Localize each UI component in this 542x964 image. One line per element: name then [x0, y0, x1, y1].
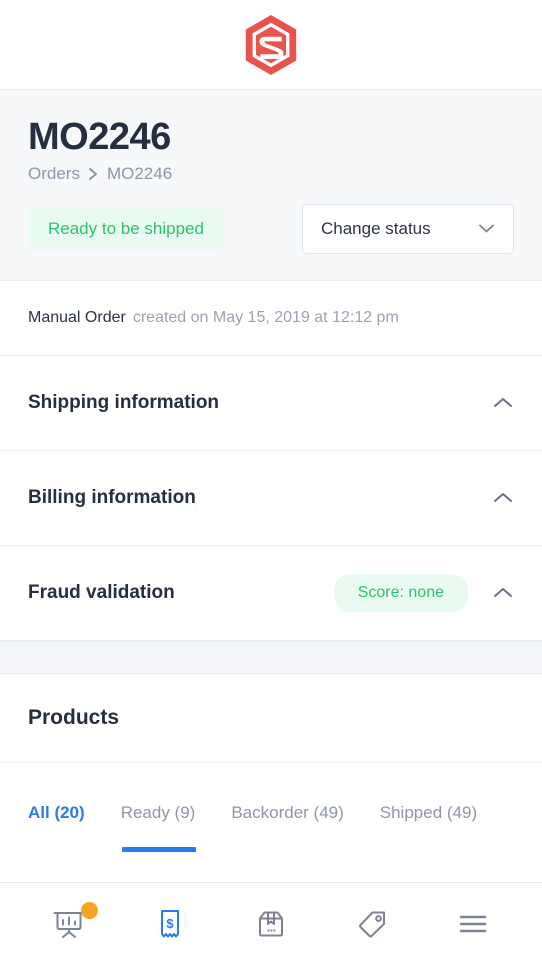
hexagon-s-logo [245, 14, 297, 75]
page-title: MO2246 [28, 116, 171, 158]
chevron-down-icon [478, 223, 495, 234]
tab-ready[interactable]: Ready (9) [121, 803, 196, 849]
section-controls [492, 491, 514, 504]
products-tabs: All (20) Ready (9) Backorder (49) Shippe… [0, 763, 542, 852]
status-badge: Ready to be shipped [28, 207, 224, 250]
order-type-label: Manual Order [28, 308, 126, 326]
app-topbar [0, 0, 542, 90]
order-created-label: created on May 15, 2019 at 12:12 pm [132, 308, 399, 326]
section-shipping-information[interactable]: Shipping information [0, 355, 542, 451]
hamburger-menu-icon [460, 915, 487, 932]
section-fraud-validation[interactable]: Fraud validation Score: none [0, 545, 542, 641]
change-status-button[interactable]: Change status [302, 203, 514, 254]
section-billing-information[interactable]: Billing information [0, 450, 542, 546]
section-title: Shipping information [28, 391, 220, 413]
section-gap-divider [0, 640, 542, 674]
order-header-actions: Ready to be shipped Change status [28, 203, 514, 254]
breadcrumb-parent[interactable]: Orders [28, 164, 80, 184]
nav-item-orders[interactable]: $ [139, 896, 201, 952]
products-title: Products [28, 705, 120, 729]
nav-item-products[interactable] [341, 896, 403, 952]
change-status-label: Change status [321, 218, 431, 238]
nav-item-inventory[interactable] [240, 896, 302, 952]
receipt-dollar-icon: $ [160, 909, 179, 937]
tab-backorder[interactable]: Backorder (49) [231, 803, 343, 849]
chevron-up-icon[interactable] [492, 586, 514, 599]
section-title: Billing information [28, 486, 196, 508]
products-card: Products All (20) Ready (9) Backorder (4… [0, 673, 542, 882]
active-tab-indicator [122, 846, 196, 852]
order-meta-row: Manual Order created on May 15, 2019 at … [0, 280, 542, 356]
chevron-up-icon[interactable] [492, 396, 514, 409]
bottom-navigation: $ [0, 882, 542, 964]
notification-badge-dot [80, 901, 98, 919]
chevron-up-icon[interactable] [492, 491, 514, 504]
section-controls [492, 396, 514, 409]
section-controls: Score: none [333, 573, 514, 612]
tab-shipped[interactable]: Shipped (49) [380, 803, 477, 849]
breadcrumb: Orders MO2246 [28, 164, 514, 184]
fraud-score-badge: Score: none [333, 573, 468, 612]
chevron-right-icon [88, 167, 99, 181]
svg-text:$: $ [166, 916, 174, 931]
nav-item-dashboard[interactable] [38, 896, 100, 952]
order-header: MO2246 Orders MO2246 Ready to be shipped… [0, 90, 542, 281]
nav-item-menu[interactable] [442, 896, 504, 952]
breadcrumb-current: MO2246 [106, 163, 173, 183]
price-tag-icon [359, 911, 386, 937]
products-header: Products [0, 674, 542, 763]
section-title: Fraud validation [28, 581, 175, 603]
package-box-icon [258, 911, 283, 936]
app-screen: MO2246 Orders MO2246 Ready to be shipped… [0, 0, 542, 964]
tab-all[interactable]: All (20) [28, 803, 85, 849]
